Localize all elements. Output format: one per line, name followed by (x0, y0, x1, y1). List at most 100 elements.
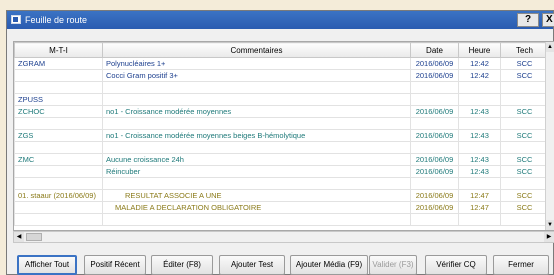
cell-date: 2016/06/09 (410, 129, 459, 142)
cell-tech (500, 81, 549, 94)
cell-mti (14, 81, 103, 94)
cell-comment (102, 141, 411, 154)
cell-tech: SCC (500, 69, 549, 82)
column-header-heure[interactable]: Heure (458, 42, 501, 58)
cell-tech (500, 213, 549, 226)
cell-comment (102, 117, 411, 130)
table-row[interactable]: ZGRAM Polynucléaires 1+ 2016/06/09 12:42 SCC (14, 57, 549, 70)
cell-heure (458, 81, 501, 94)
add-media-button[interactable]: Ajouter Média (F9) (290, 255, 368, 275)
cell-heure: 12:42 (458, 57, 501, 70)
cell-tech (500, 177, 549, 190)
table-row[interactable]: ZMC Aucune croissance 24h 2016/06/09 12:43 S… (14, 153, 549, 166)
cell-heure: 12:43 (458, 129, 501, 142)
cell-comment: Réincuber (102, 165, 411, 178)
table-row[interactable]: ZGS no1 - Croissance modérée moyennes bei… (14, 129, 549, 142)
cell-date (410, 117, 459, 130)
close-window-button[interactable]: X (542, 13, 554, 27)
cell-mti: ZMC (14, 153, 103, 166)
cell-mti (14, 213, 103, 226)
cell-mti (14, 177, 103, 190)
cell-mti: 01. staaur (2016/06/09) (14, 189, 103, 202)
column-header-commentaires[interactable]: Commentaires (102, 42, 411, 58)
cell-date: 2016/06/09 (410, 189, 459, 202)
vertical-scrollbar[interactable]: ▲ ▼ (545, 42, 554, 230)
cell-heure (458, 177, 501, 190)
results-grid: M-T-I Commentaires Date Heure Tech ZGRAM… (13, 41, 554, 231)
table-row[interactable] (14, 81, 549, 94)
cell-date: 2016/06/09 (410, 69, 459, 82)
cell-tech (500, 93, 549, 106)
scroll-right-arrow-icon[interactable]: ▶ (544, 232, 554, 242)
table-row[interactable]: 01. staaur (2016/06/09) RESULTAT ASSOCIE … (14, 189, 549, 202)
cell-date: 2016/06/09 (410, 105, 459, 118)
scroll-down-arrow-icon[interactable]: ▼ (546, 220, 554, 230)
table-row[interactable]: MALADIE A DECLARATION OBLIGATOIRE 2016/06… (14, 201, 549, 214)
cell-comment: RESULTAT ASSOCIE A UNE (102, 189, 411, 202)
cell-heure (458, 117, 501, 130)
close-button[interactable]: Fermer (493, 255, 549, 275)
table-row[interactable]: ZCHOC no1 - Croissance modérée moyennes 20… (14, 105, 549, 118)
cell-mti: ZGRAM (14, 57, 103, 70)
cell-tech: SCC (500, 201, 549, 214)
column-header-date[interactable]: Date (410, 42, 459, 58)
cell-heure: 12:43 (458, 153, 501, 166)
window-title: Feuille de route (25, 15, 88, 25)
cell-comment: no1 - Croissance modérée moyennes (102, 105, 411, 118)
column-header-tech[interactable]: Tech (500, 42, 549, 58)
add-test-button[interactable]: Ajouter Test (219, 255, 285, 275)
cell-comment: MALADIE A DECLARATION OBLIGATOIRE (102, 201, 411, 214)
cell-date (410, 177, 459, 190)
cell-heure: 12:43 (458, 165, 501, 178)
cell-comment (102, 93, 411, 106)
cell-date (410, 141, 459, 154)
cell-comment: no1 - Croissance modérée moyennes beiges… (102, 129, 411, 142)
cell-comment (102, 213, 411, 226)
recent-positive-button[interactable]: Positif Récent (84, 255, 146, 275)
table-row[interactable]: Cocci Gram positif 3+ 2016/06/09 12:42 SCC (14, 69, 549, 82)
cell-mti: ZCHOC (14, 105, 103, 118)
horizontal-scrollbar[interactable]: ◀ ▶ (13, 231, 554, 243)
cell-heure (458, 141, 501, 154)
cell-heure: 12:47 (458, 201, 501, 214)
cell-tech: SCC (500, 189, 549, 202)
table-row[interactable] (14, 141, 549, 154)
app-icon (11, 15, 21, 24)
cell-heure: 12:42 (458, 69, 501, 82)
cell-date (410, 93, 459, 106)
scroll-up-arrow-icon[interactable]: ▲ (546, 42, 554, 52)
cell-tech (500, 117, 549, 130)
cell-tech: SCC (500, 57, 549, 70)
cell-heure (458, 93, 501, 106)
cell-comment: Aucune croissance 24h (102, 153, 411, 166)
validate-button: Valider (F3) (369, 255, 417, 275)
cell-mti (14, 69, 103, 82)
cell-tech (500, 141, 549, 154)
scroll-left-arrow-icon[interactable]: ◀ (14, 232, 24, 242)
cell-mti (14, 141, 103, 154)
horizontal-scroll-thumb[interactable] (26, 233, 42, 241)
cell-date: 2016/06/09 (410, 165, 459, 178)
help-button[interactable]: ? (517, 13, 539, 27)
verify-cq-button[interactable]: Vérifier CQ (425, 255, 487, 275)
column-header-mti[interactable]: M-T-I (14, 42, 103, 58)
cell-mti (14, 117, 103, 130)
cell-heure: 12:47 (458, 189, 501, 202)
show-all-button[interactable]: Afficher Tout (17, 255, 77, 275)
table-row[interactable]: Réincuber 2016/06/09 12:43 SCC (14, 165, 549, 178)
cell-comment: Cocci Gram positif 3+ (102, 69, 411, 82)
cell-date: 2016/06/09 (410, 201, 459, 214)
cell-mti: ZGS (14, 129, 103, 142)
edit-button[interactable]: Éditer (F8) (151, 255, 213, 275)
cell-date (410, 81, 459, 94)
table-row[interactable]: ZPUSS (14, 93, 549, 106)
cell-date: 2016/06/09 (410, 57, 459, 70)
table-row[interactable] (14, 213, 549, 226)
table-row[interactable] (14, 117, 549, 130)
cell-tech: SCC (500, 153, 549, 166)
cell-tech: SCC (500, 129, 549, 142)
table-row[interactable] (14, 177, 549, 190)
cell-mti (14, 165, 103, 178)
cell-heure (458, 213, 501, 226)
cell-comment (102, 81, 411, 94)
